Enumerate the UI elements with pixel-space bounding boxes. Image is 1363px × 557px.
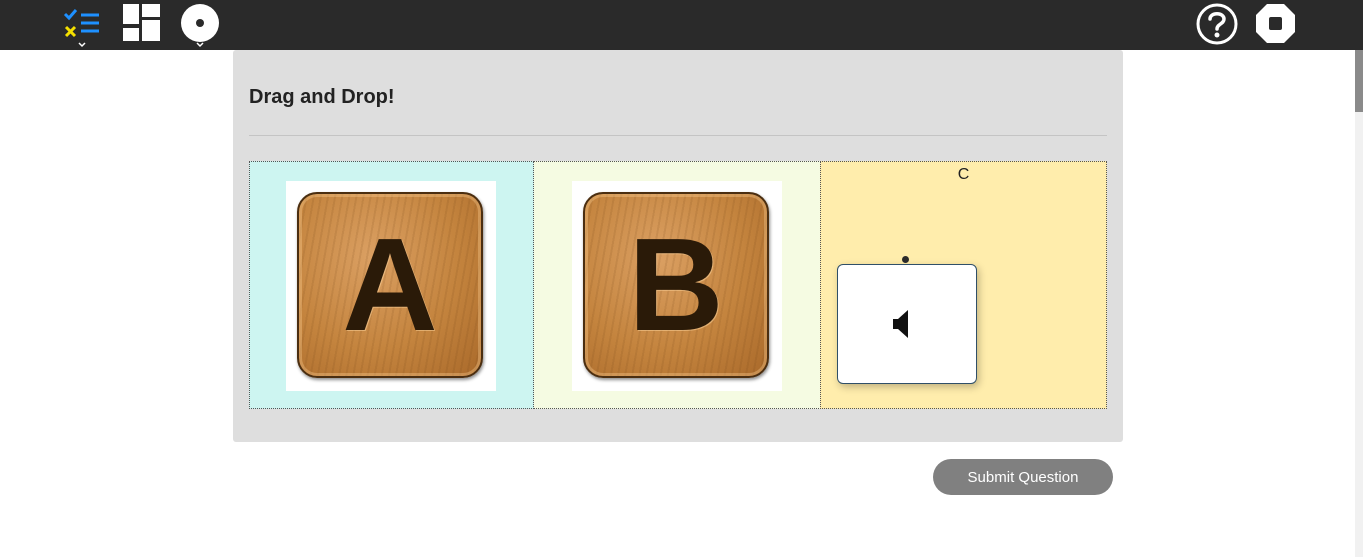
letter-tile-b: B <box>583 192 769 378</box>
vertical-scrollbar[interactable] <box>1355 50 1363 557</box>
record-menu-button[interactable] <box>180 4 222 50</box>
layout-button[interactable] <box>122 4 162 42</box>
tile-image-frame: B <box>572 181 782 391</box>
help-button[interactable] <box>1195 2 1239 46</box>
drag-handle[interactable] <box>902 256 909 263</box>
scrollbar-thumb[interactable] <box>1355 50 1363 112</box>
zone-label: C <box>957 166 970 183</box>
question-title: Drag and Drop! <box>249 86 395 108</box>
tile-image-frame: A <box>286 181 496 391</box>
help-icon <box>1196 3 1238 45</box>
drop-zone-a[interactable]: A <box>249 161 534 409</box>
stop-button[interactable] <box>1255 3 1296 44</box>
drop-zone-c[interactable]: C <box>820 161 1107 409</box>
submit-question-button[interactable]: Submit Question <box>933 459 1113 495</box>
tile-letter: B <box>628 211 724 358</box>
stop-icon <box>1256 4 1295 43</box>
drop-zone-b[interactable]: B <box>534 161 821 409</box>
title-divider <box>249 135 1107 136</box>
chevron-down-icon <box>78 42 86 48</box>
speaker-icon[interactable] <box>892 309 910 339</box>
question-panel: Drag and Drop! A B C <box>233 50 1123 442</box>
draggable-audio-card[interactable] <box>837 264 977 384</box>
letter-tile-a: A <box>297 192 483 378</box>
top-toolbar <box>0 0 1363 50</box>
checklist-menu-button[interactable] <box>62 6 102 50</box>
record-disc-icon <box>181 4 219 42</box>
chevron-down-icon <box>196 42 204 48</box>
tile-letter: A <box>342 211 438 358</box>
checklist-icon <box>63 9 99 38</box>
layout-grid-icon <box>123 4 160 41</box>
